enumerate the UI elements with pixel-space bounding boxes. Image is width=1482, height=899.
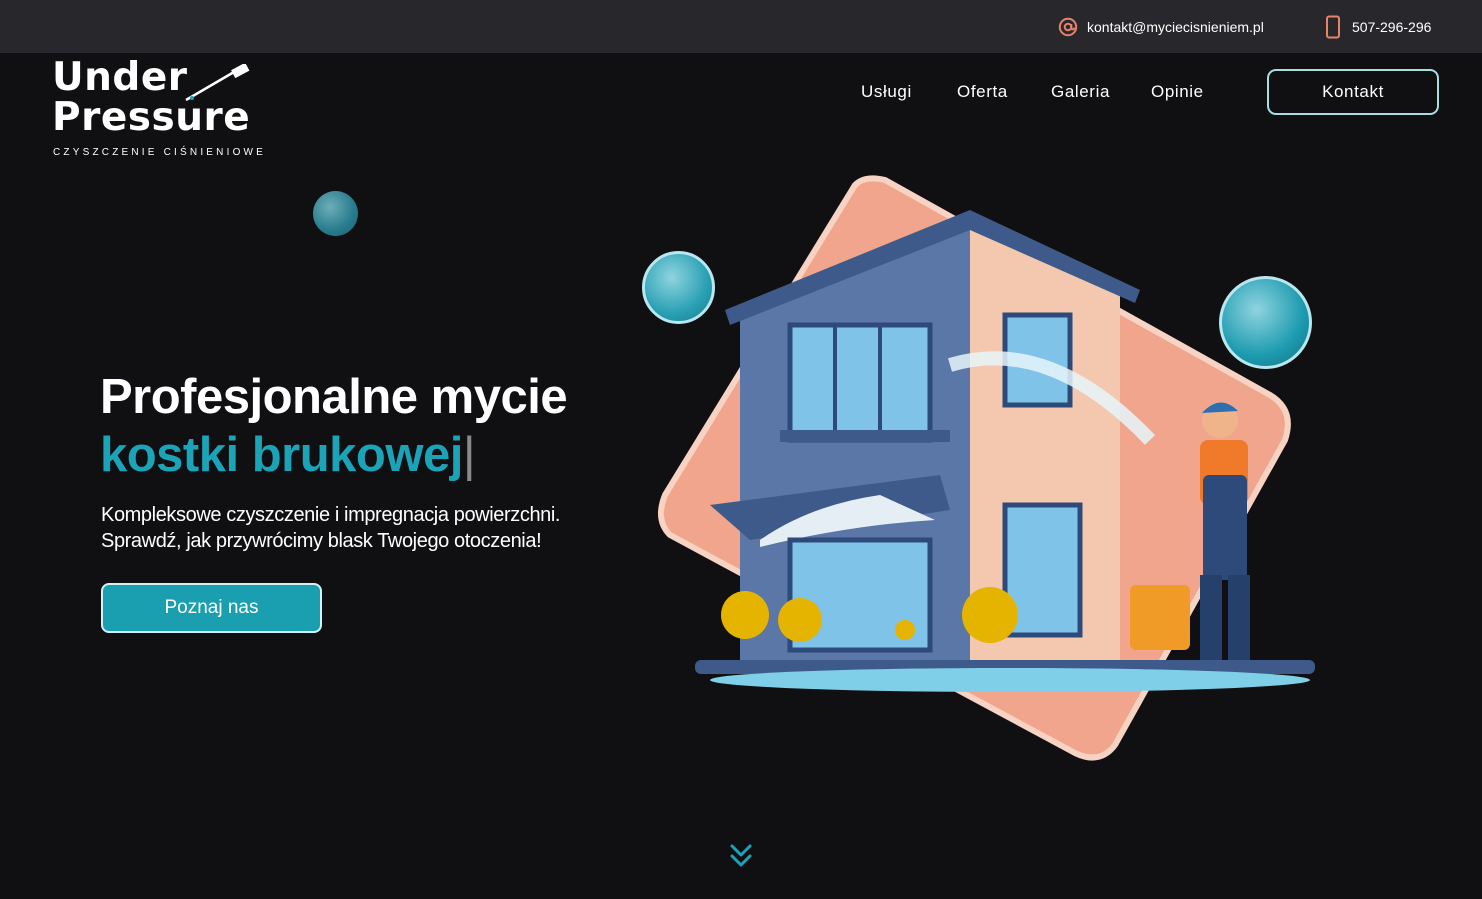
top-bar: kontakt@myciecisnieniem.pl 507-296-296 [0, 0, 1482, 53]
phone-link[interactable]: 507-296-296 [1325, 0, 1431, 53]
house-cleaning-illustration [658, 175, 1315, 761]
typing-cursor: | [462, 428, 476, 482]
nav-item-oferta[interactable]: Oferta [957, 82, 1008, 102]
smartphone-icon [1325, 15, 1343, 39]
logo-tagline: CZYSZCZENIE CIŚNIENIOWE [53, 147, 267, 158]
phone-text: 507-296-296 [1352, 18, 1432, 35]
email-link[interactable]: kontakt@myciecisnieniem.pl [1058, 0, 1264, 53]
bubble-decoration [313, 191, 358, 236]
nav-item-galeria[interactable]: Galeria [1051, 82, 1110, 102]
kontakt-button[interactable]: Kontakt [1267, 69, 1439, 115]
hero-subtitle-line-1: Kompleksowe czyszczenie i impregnacja po… [101, 504, 561, 526]
nav-item-opinie[interactable]: Opinie [1151, 82, 1204, 102]
poznaj-nas-button[interactable]: Poznaj nas [101, 583, 322, 633]
hero-title-line-1: Profesjonalne mycie [100, 370, 568, 424]
hero-title-line-2: kostki brukowej [100, 428, 463, 482]
nav-item-uslugi[interactable]: Usługi [861, 82, 912, 102]
at-icon [1058, 17, 1078, 37]
hero-subtitle: Kompleksowe czyszczenie i impregnacja po… [101, 502, 560, 554]
double-chevron-down-icon[interactable] [728, 842, 754, 870]
logo[interactable]: Under Pressure CZYSZCZENIE CIŚNIENIOWE [52, 58, 272, 162]
pressure-washer-icon [185, 64, 250, 102]
logo-line-2: Pressure [52, 95, 251, 140]
hero-subtitle-line-2: Sprawdź, jak przywrócimy blask Twojego o… [101, 530, 542, 552]
hero-title: Profesjonalne mycie kostki brukowej| [100, 368, 568, 484]
email-text: kontakt@myciecisnieniem.pl [1087, 18, 1264, 35]
logo-line-1: Under [52, 55, 188, 100]
